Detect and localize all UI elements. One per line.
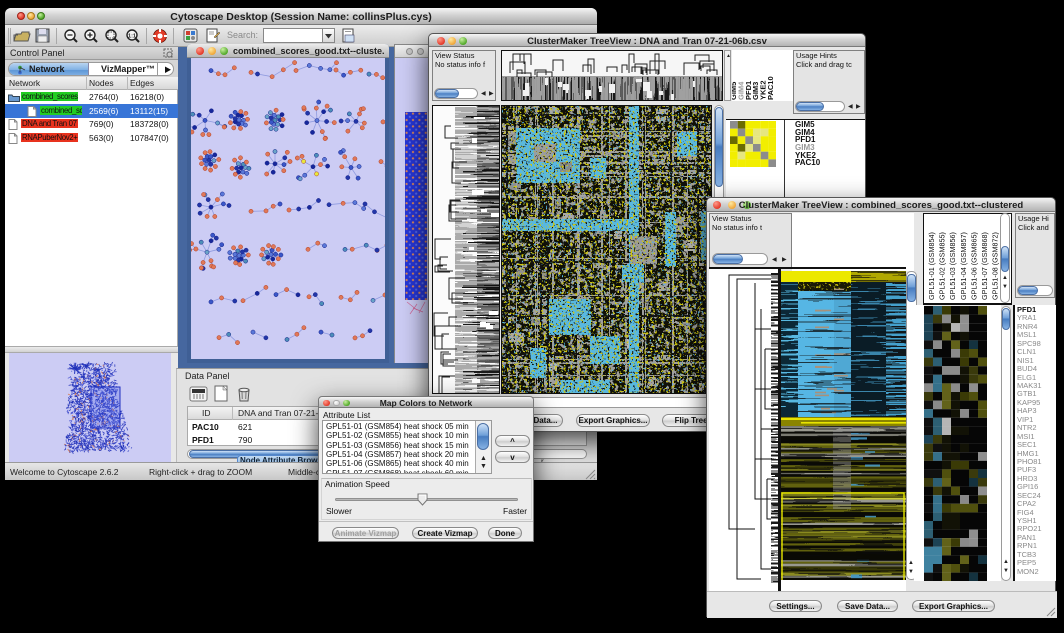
svg-text:GPL51-02 (GSM855): GPL51-02 (GSM855) [938,232,947,300]
svg-text:GPL51-01 (GSM854): GPL51-01 (GSM854) [927,232,936,300]
svg-text:GPL51-03 (GSM856): GPL51-03 (GSM856) [948,232,957,300]
svg-text:PAC10: PAC10 [766,76,775,100]
svg-text:GPL51-07 (GSM868): GPL51-07 (GSM868) [980,232,989,300]
svg-text:GPL51-08 (GSM872): GPL51-08 (GSM872) [991,232,1000,300]
svg-text:GPL51-04 (GSM857): GPL51-04 (GSM857) [959,232,968,300]
svg-text:1:1: 1:1 [128,34,136,40]
svg-text:GPL51-06 (GSM865): GPL51-06 (GSM865) [969,232,978,300]
